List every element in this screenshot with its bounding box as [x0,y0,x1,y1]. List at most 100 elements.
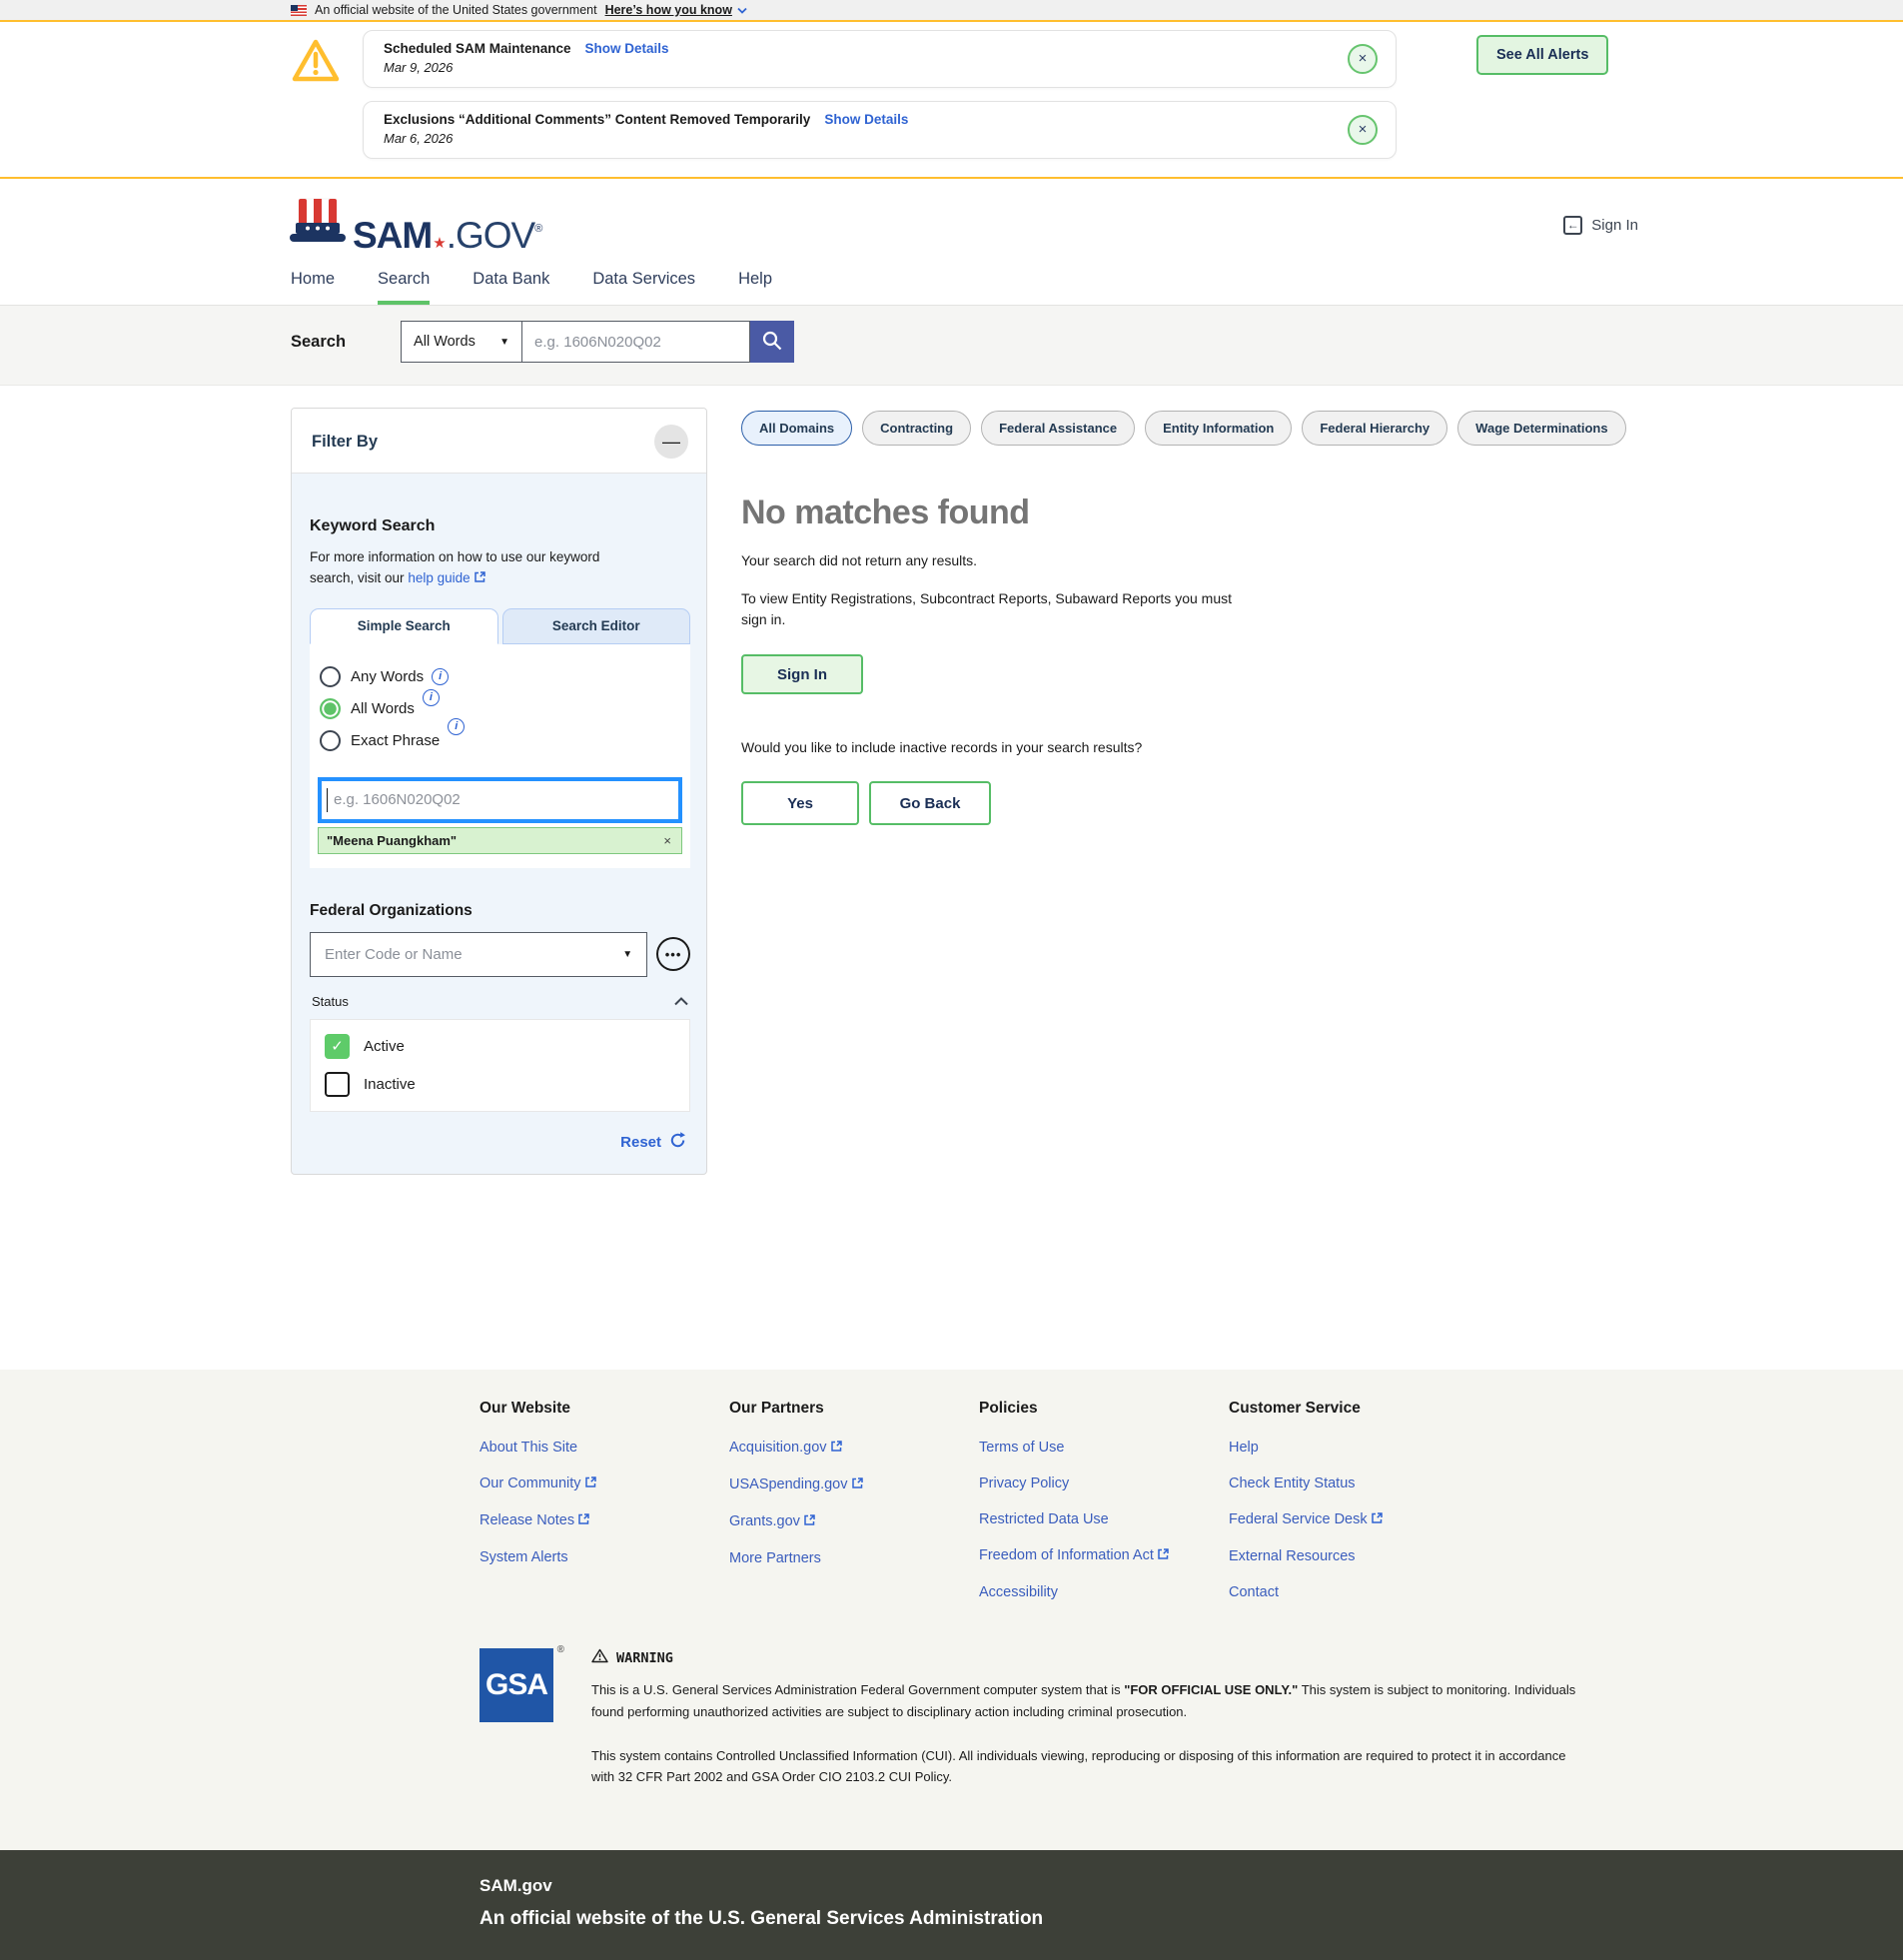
search-mode-select[interactable]: All Words ▼ [401,321,522,363]
external-link-icon [1157,1547,1170,1564]
go-back-button[interactable]: Go Back [869,781,991,825]
brand-sam: SAM [353,217,432,254]
federal-organizations-select[interactable]: Enter Code or Name ▼ [310,932,647,977]
tab-search-editor[interactable]: Search Editor [502,608,691,644]
checkbox-active-label: Active [364,1038,405,1055]
gov-banner-text: An official website of the United States… [315,3,597,17]
status-section-toggle[interactable]: Status [312,993,688,1011]
footer-link-more-partners[interactable]: More Partners [729,1550,979,1566]
radio-all-words[interactable] [320,698,341,719]
footer-link-usaspending-gov[interactable]: USASpending.gov [729,1476,979,1493]
nav-item-help[interactable]: Help [738,270,772,305]
alert-date: Mar 6, 2026 [384,131,1336,146]
domain-pill-wage-determinations[interactable]: Wage Determinations [1457,411,1625,446]
search-row: Search All Words ▼ [0,305,1903,386]
nav-item-data-bank[interactable]: Data Bank [473,270,549,305]
alert-card: Scheduled SAM Maintenance Show Details M… [363,30,1397,88]
domain-pill-federal-hierarchy[interactable]: Federal Hierarchy [1302,411,1447,446]
search-mode-value: All Words [414,334,476,350]
chevron-down-icon [737,3,747,17]
refresh-icon[interactable] [669,1132,686,1154]
alert-title: Scheduled SAM Maintenance [384,41,571,56]
how-you-know-link[interactable]: Here’s how you know [605,3,732,17]
sign-in-label: Sign In [1591,217,1638,234]
footer-link-release-notes[interactable]: Release Notes [479,1512,729,1529]
domain-pill-entity-information[interactable]: Entity Information [1145,411,1292,446]
footer-sam-gov-title: SAM.gov [479,1876,1903,1896]
federal-organizations-placeholder: Enter Code or Name [325,946,463,963]
info-icon[interactable]: i [423,689,440,706]
footer-link-external-resources[interactable]: External Resources [1229,1548,1478,1564]
federal-organizations-heading: Federal Organizations [310,902,690,920]
keyword-search-heading: Keyword Search [310,517,690,535]
footer-link-terms-of-use[interactable]: Terms of Use [979,1440,1229,1456]
site-header: SAM★.GOV® ← Sign In [0,179,1903,264]
keyword-input[interactable] [318,777,682,823]
radio-any-words[interactable] [320,666,341,687]
domain-pill-all-domains[interactable]: All Domains [741,411,852,446]
alerts-section: Scheduled SAM Maintenance Show Details M… [0,22,1903,179]
keyword-chip: "Meena Puangkham" × [318,827,682,854]
info-icon[interactable]: i [448,718,465,735]
gsa-registered-mark: ® [557,1644,563,1655]
footer-link-acquisition-gov[interactable]: Acquisition.gov [729,1440,979,1457]
see-all-alerts-button[interactable]: See All Alerts [1476,35,1608,75]
sam-gov-logo[interactable]: SAM★.GOV® [289,197,541,254]
nav-item-search[interactable]: Search [378,270,430,305]
footer-link-federal-service-desk[interactable]: Federal Service Desk [1229,1511,1478,1528]
external-link-icon [577,1512,590,1529]
keyword-chip-label: "Meena Puangkham" [327,833,457,848]
search-submit-button[interactable] [750,321,794,363]
footer: Our Website About This Site Our Communit… [0,1370,1903,1850]
nav-item-data-services[interactable]: Data Services [592,270,695,305]
footer-link-system-alerts[interactable]: System Alerts [479,1549,729,1565]
more-options-icon[interactable]: ••• [656,937,690,971]
yes-button[interactable]: Yes [741,781,859,825]
external-link-icon [1371,1511,1384,1528]
chip-close-icon[interactable]: × [663,833,671,848]
alert-show-details-link[interactable]: Show Details [824,112,908,127]
collapse-filters-icon[interactable]: — [654,425,688,459]
tab-simple-search[interactable]: Simple Search [310,608,498,644]
external-link-icon [830,1440,843,1457]
domain-pill-contracting[interactable]: Contracting [862,411,971,446]
footer-link-about-this-site[interactable]: About This Site [479,1440,729,1456]
footer-link-help[interactable]: Help [1229,1440,1478,1456]
inactive-records-question: Would you like to include inactive recor… [741,739,1626,755]
alert-close-icon[interactable]: × [1348,44,1378,74]
footer-link-grants-gov[interactable]: Grants.gov [729,1513,979,1530]
footer-tagline: An official website of the U.S. General … [479,1908,1903,1930]
info-icon[interactable]: i [432,668,449,685]
warning-outline-icon [591,1648,608,1667]
reset-link[interactable]: Reset [620,1134,661,1151]
radio-all-words-label: All Words [351,700,415,717]
no-matches-title: No matches found [741,493,1626,532]
search-input[interactable] [522,321,750,363]
sign-in-button[interactable]: Sign In [741,654,863,694]
warning-title: WARNING [616,1650,673,1666]
chevron-up-icon [674,993,688,1011]
domain-pill-federal-assistance[interactable]: Federal Assistance [981,411,1135,446]
sign-in-arrow-icon: ← [1563,216,1582,235]
checkbox-active[interactable]: ✓ [325,1034,350,1059]
footer-link-restricted-data-use[interactable]: Restricted Data Use [979,1511,1229,1527]
footer-link-privacy-policy[interactable]: Privacy Policy [979,1475,1229,1491]
brand-star-icon: ★ [433,236,445,251]
help-guide-link[interactable]: help guide [408,570,470,585]
footer-link-our-community[interactable]: Our Community [479,1475,729,1492]
footer-link-foia[interactable]: Freedom of Information Act [979,1547,1229,1564]
nav-item-home[interactable]: Home [291,270,335,305]
footer-heading-policies: Policies [979,1400,1229,1418]
filter-title: Filter By [312,433,378,452]
sign-in-link[interactable]: ← Sign In [1563,216,1638,235]
alert-close-icon[interactable]: × [1348,115,1378,145]
footer-link-contact[interactable]: Contact [1229,1584,1478,1600]
footer-link-accessibility[interactable]: Accessibility [979,1584,1229,1600]
checkbox-inactive[interactable] [325,1072,350,1097]
footer-link-check-entity-status[interactable]: Check Entity Status [1229,1475,1478,1491]
sign-in-required-text: To view Entity Registrations, Subcontrac… [741,588,1246,630]
alert-show-details-link[interactable]: Show Details [585,41,669,56]
no-results-text: Your search did not return any results. [741,552,1626,568]
warning-paragraph-1: This is a U.S. General Services Administ… [591,1679,1580,1723]
radio-exact-phrase[interactable] [320,730,341,751]
